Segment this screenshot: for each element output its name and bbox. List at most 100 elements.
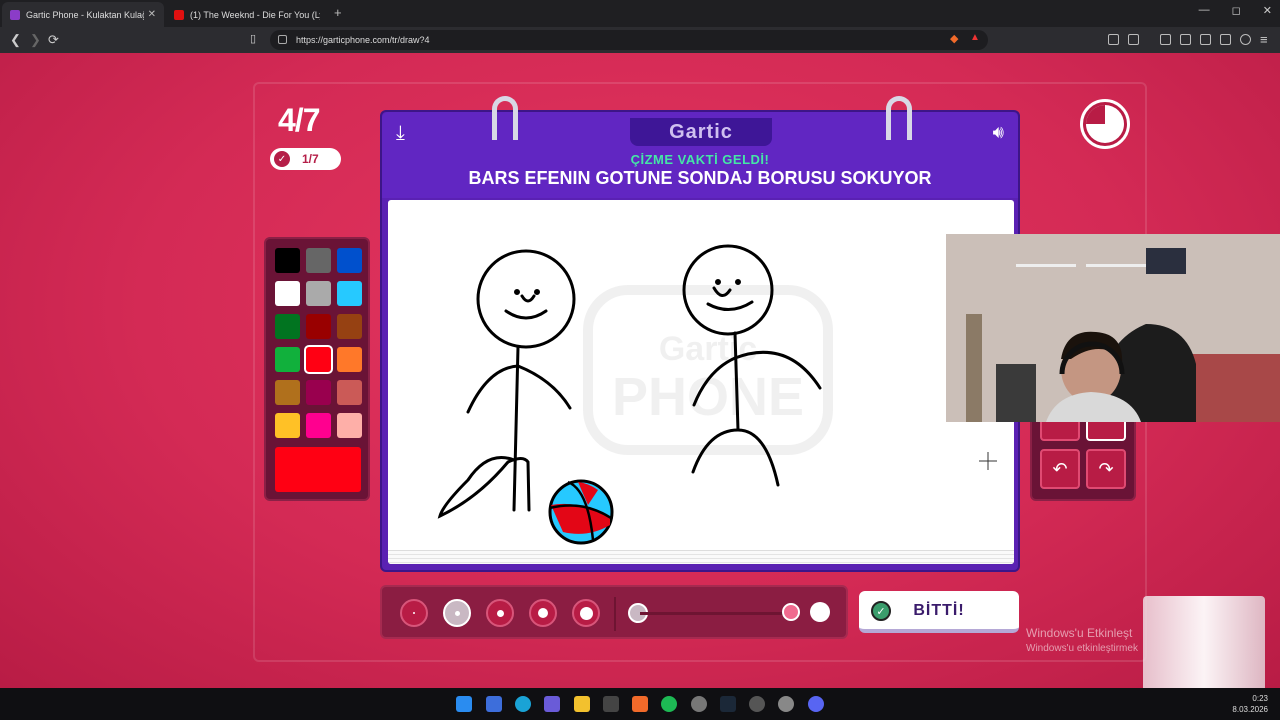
settings-icon[interactable] [691, 696, 707, 712]
color-palette [264, 237, 370, 501]
system-clock[interactable]: 0:23 8.03.2026 [1232, 693, 1268, 715]
color-swatch[interactable] [275, 281, 300, 306]
color-swatch[interactable] [275, 314, 300, 339]
brush-size-3[interactable] [486, 599, 514, 627]
color-swatch[interactable] [275, 347, 300, 372]
color-swatch[interactable] [337, 347, 362, 372]
browser-tab-bar: Gartic Phone - Kulaktan Kulağa ✕ (1) The… [0, 0, 1280, 27]
activation-line-2: Windows'u etkinleştirmek [1026, 643, 1138, 654]
clock-time: 0:23 [1252, 694, 1268, 703]
windows-taskbar: 0:23 8.03.2026 [0, 688, 1280, 720]
color-swatch[interactable] [306, 413, 331, 438]
redo-button[interactable]: ↷ [1086, 449, 1126, 489]
store-icon[interactable] [603, 696, 619, 712]
leo-ai-icon[interactable] [1220, 34, 1231, 45]
brave-rewards-icon[interactable]: ▲ [970, 32, 980, 43]
vpn-icon[interactable] [1240, 34, 1251, 45]
download-icon[interactable]: ⤓ [396, 122, 405, 145]
players-done-badge: ✓ 1/7 [270, 148, 341, 170]
wallet-icon[interactable] [1200, 34, 1211, 45]
back-button[interactable]: ❮ [10, 32, 21, 48]
menu-icon[interactable]: ≡ [1260, 32, 1268, 47]
color-swatch[interactable] [337, 281, 362, 306]
bookmark-icon[interactable]: ▯ [250, 32, 256, 45]
color-swatch[interactable] [337, 413, 362, 438]
url-text: https://garticphone.com/tr/draw?4 [296, 35, 430, 45]
window-controls: — ◻ ✕ [1199, 4, 1272, 17]
brush-size-4[interactable] [529, 599, 557, 627]
volume-icon[interactable]: 🔊︎ [993, 122, 1004, 143]
round-counter: 4/7 [278, 102, 320, 138]
tab-label: Gartic Phone - Kulaktan Kulağa [26, 9, 144, 20]
copilot-icon[interactable] [544, 696, 560, 712]
site-info-icon[interactable] [278, 35, 287, 44]
color-swatch[interactable] [337, 314, 362, 339]
tab-youtube[interactable]: (1) The Weeknd - Die For You (Ly [166, 2, 328, 27]
watermark-line-1: Gartic [659, 330, 757, 368]
undo-button[interactable]: ↶ [1040, 449, 1080, 489]
color-swatch[interactable] [337, 248, 362, 273]
windows-activation-watermark: Windows'u Etkinleşt Windows'u etkinleşti… [1026, 626, 1138, 656]
color-swatch[interactable] [306, 314, 331, 339]
media-icon[interactable] [1160, 34, 1171, 45]
watermark-line-2: PHONE [612, 367, 804, 427]
color-swatch[interactable] [275, 380, 300, 405]
brush-size-bar [380, 585, 848, 639]
color-swatch[interactable] [304, 345, 333, 374]
color-swatch[interactable] [306, 281, 331, 306]
brush-size-1[interactable] [400, 599, 428, 627]
forward-button[interactable]: ❯ [30, 32, 41, 48]
brave-shield-icon[interactable]: ◆ [950, 32, 958, 45]
file-explorer-icon[interactable] [574, 696, 590, 712]
ball-drawing [548, 479, 614, 545]
color-swatch[interactable] [306, 248, 331, 273]
extensions-icon[interactable] [1108, 34, 1119, 45]
prompt-kicker: ÇİZME VAKTİ GELDİ! [630, 152, 770, 167]
color-swatch[interactable] [275, 413, 300, 438]
close-tab-icon[interactable]: ✕ [148, 9, 156, 20]
steam-icon[interactable] [720, 696, 736, 712]
tab-gartic[interactable]: Gartic Phone - Kulaktan Kulağa ✕ [2, 2, 164, 27]
color-swatch[interactable] [306, 380, 331, 405]
start-icon[interactable] [456, 696, 472, 712]
tab-label: (1) The Weeknd - Die For You (Ly [190, 9, 320, 20]
url-field[interactable]: https://garticphone.com/tr/draw?4 [270, 30, 988, 50]
brush-size-5[interactable] [572, 599, 600, 627]
reload-button[interactable]: ⟳ [48, 32, 59, 48]
brush-size-2[interactable] [443, 599, 471, 627]
minimize-button[interactable]: — [1199, 4, 1210, 17]
opacity-slider[interactable] [640, 612, 790, 615]
close-window-button[interactable]: ✕ [1263, 4, 1272, 17]
opacity-high-icon [810, 602, 830, 622]
obs-icon[interactable] [749, 696, 765, 712]
drawing-card: ⤓ Gartic ÇİZME VAKTİ GELDİ! BARS EFENIN … [380, 96, 1020, 572]
finish-button[interactable]: ✓ BİTTİ! [859, 591, 1019, 633]
sidebar-icon[interactable] [1180, 34, 1191, 45]
color-swatch[interactable] [337, 380, 362, 405]
app-icon[interactable] [778, 696, 794, 712]
screenshot-icon[interactable] [1128, 34, 1139, 45]
maximize-button[interactable]: ◻ [1232, 4, 1241, 17]
clock-date: 8.03.2026 [1232, 705, 1268, 714]
gartic-logo: Gartic [630, 118, 772, 146]
youtube-favicon-icon [174, 9, 184, 20]
check-icon: ✓ [274, 151, 290, 167]
canvas-page-edge [388, 550, 1014, 564]
finish-button-label: BİTTİ! [913, 602, 965, 619]
activation-line-1: Windows'u Etkinleşt [1026, 626, 1133, 640]
card-header: ⤓ Gartic ÇİZME VAKTİ GELDİ! BARS EFENIN … [382, 112, 1018, 198]
canvas-watermark: Gartic PHONE [583, 285, 833, 455]
edge-icon[interactable] [515, 696, 531, 712]
current-color-preview [275, 447, 361, 492]
new-tab-button[interactable]: + [334, 5, 342, 20]
discord-icon[interactable] [808, 696, 824, 712]
drawing-prompt: BARS EFENIN GOTUNE SONDAJ BORUSU SOKUYOR [468, 168, 932, 188]
opacity-slider-handle[interactable] [782, 603, 800, 621]
drawing-canvas[interactable]: Gartic PHONE [388, 200, 1014, 564]
search-icon[interactable] [486, 696, 502, 712]
crosshair-cursor-icon [979, 452, 997, 470]
spotify-icon[interactable] [661, 696, 677, 712]
brave-icon[interactable] [632, 696, 648, 712]
color-swatch[interactable] [275, 248, 300, 273]
address-bar-row: ❮ ❯ ⟳ ▯ https://garticphone.com/tr/draw?… [0, 27, 1280, 53]
